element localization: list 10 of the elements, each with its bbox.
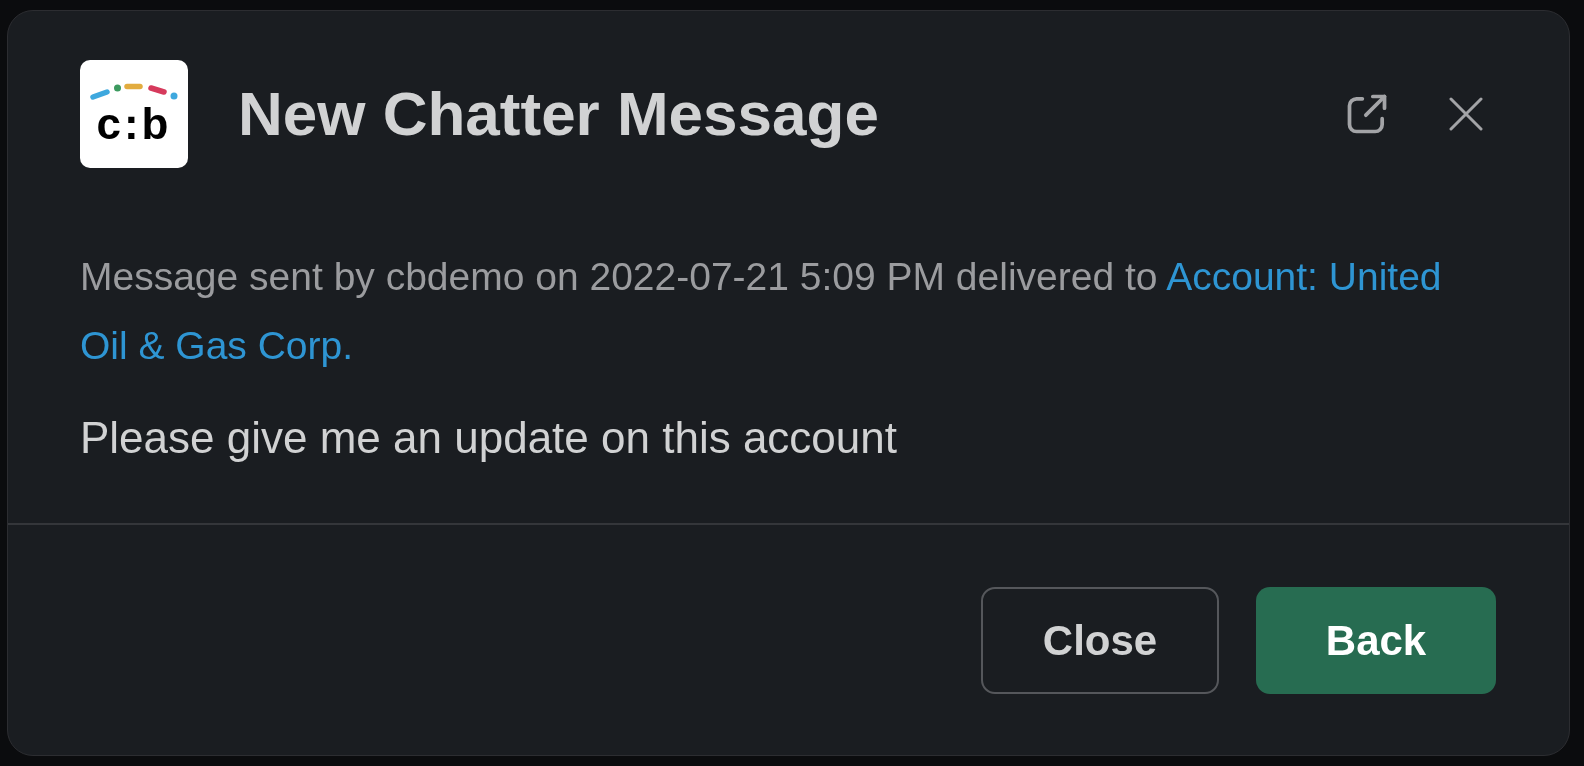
message-meta-text: Message sent by cbdemo on 2022-07-21 5:09 PM delivered to Account: United Oil & Gas Corp. (80, 254, 1443, 369)
close-button[interactable]: Close (981, 587, 1219, 694)
back-button[interactable]: Back (1256, 587, 1496, 694)
external-link-icon[interactable] (1346, 93, 1388, 135)
message-text: Please give me an update on this account (80, 412, 898, 464)
account-link[interactable]: Oil & Gas Corp. (80, 324, 354, 367)
account-link[interactable]: Account: United (1166, 255, 1442, 298)
close-icon[interactable] (1449, 97, 1483, 131)
colored-dashes-icon (90, 82, 178, 100)
logo-text: c:b (96, 102, 172, 146)
